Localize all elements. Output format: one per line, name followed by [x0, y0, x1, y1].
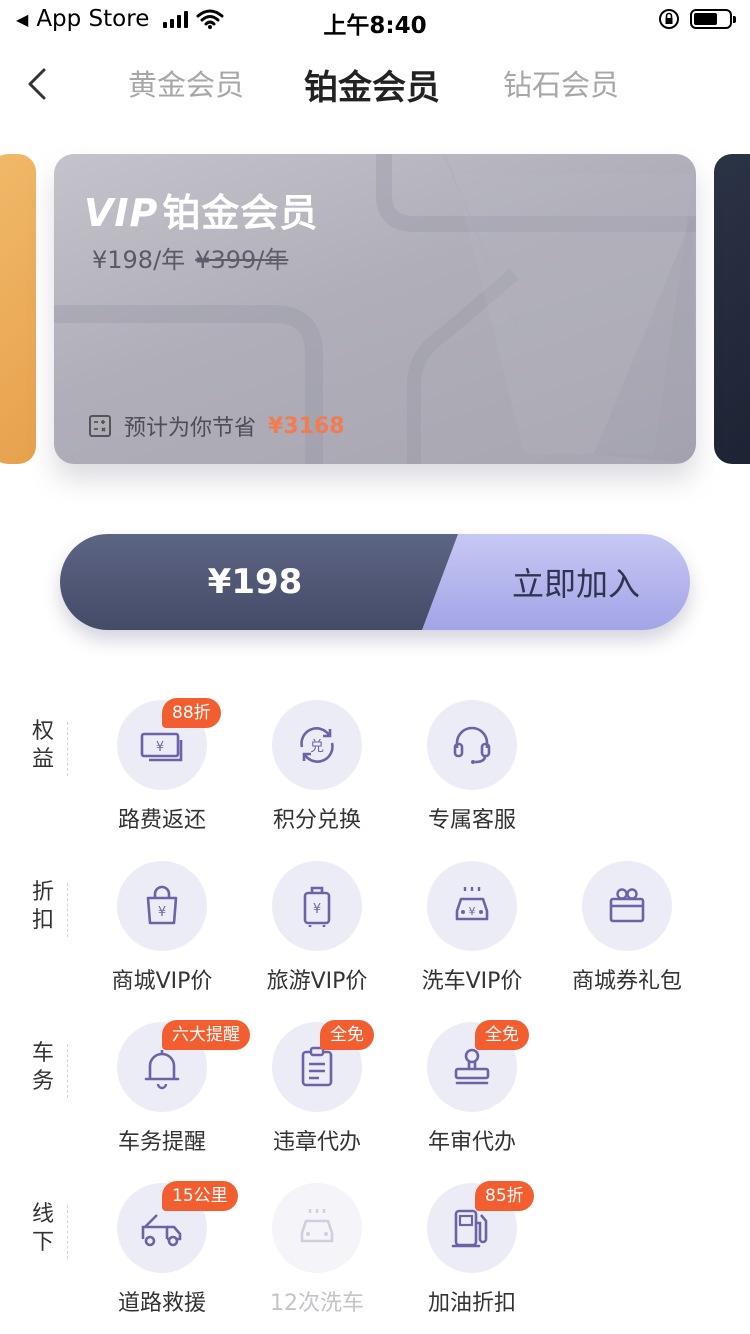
- tab-platinum[interactable]: 铂金会员: [304, 60, 440, 109]
- divider: [67, 883, 68, 937]
- exchange-icon: 兑: [300, 727, 334, 763]
- shopping-bag-icon: ¥: [146, 885, 178, 925]
- benefit-road-rescue[interactable]: 15公里 道路救援: [87, 1181, 238, 1333]
- divider: [67, 1205, 68, 1259]
- diamond-card-peek[interactable]: [714, 154, 750, 464]
- benefit-label: 车务提醒: [117, 1130, 206, 1155]
- section-discounts-label: 折 扣: [30, 879, 56, 935]
- section-offline: 线 下 15公里 道路救援 12次洗车 85折 加油折扣: [0, 1181, 750, 1333]
- svg-text:¥: ¥: [156, 740, 164, 755]
- benefit-fuel-discount[interactable]: 85折 加油折扣: [397, 1181, 547, 1333]
- icon-circle: [427, 700, 517, 790]
- badge: 85折: [475, 1181, 534, 1211]
- section-car-services-label: 车 务: [30, 1040, 56, 1096]
- section-offline-label: 线 下: [30, 1201, 56, 1257]
- section-car-services: 车 务 六大提醒 车务提醒 全免 违章代办 全免 年审代办: [0, 1020, 750, 1172]
- battery-icon: [690, 9, 736, 29]
- badge: 全免: [475, 1020, 529, 1050]
- join-bar: ¥198 立即加入: [60, 534, 690, 630]
- category-char: 下: [31, 1230, 54, 1255]
- category-char: 线: [31, 1202, 54, 1227]
- membership-tabs: 黄金会员 铂金会员 钻石会员: [0, 52, 750, 122]
- icon-circle: ¥: [427, 861, 517, 951]
- platinum-card[interactable]: VIP 铂金会员 ¥198/年 ¥399/年 预计为你节省 ¥3168: [54, 154, 696, 464]
- luggage-icon: ¥: [303, 886, 331, 927]
- card-savings: 预计为你节省 ¥3168: [88, 410, 345, 442]
- benefit-label: 洗车VIP价: [421, 969, 523, 994]
- icon-circle: [582, 861, 672, 951]
- benefit-toll-refund[interactable]: ¥ 88折 路费返还: [87, 698, 237, 850]
- category-char: 权: [31, 719, 54, 744]
- benefit-car-reminder[interactable]: 六大提醒 车务提醒: [87, 1020, 250, 1172]
- badge: 全免: [320, 1020, 374, 1050]
- benefit-label: 道路救援: [117, 1291, 206, 1316]
- gold-card-peek[interactable]: [0, 154, 36, 464]
- orientation-lock-icon: [659, 9, 679, 29]
- tab-diamond[interactable]: 钻石会员: [503, 62, 619, 104]
- join-price: ¥198: [60, 534, 490, 630]
- status-bar: ◀ App Store 上午8:40: [0, 0, 750, 40]
- section-rights-label: 权 益: [30, 718, 56, 774]
- badge: 88折: [162, 698, 221, 728]
- status-time: 上午8:40: [323, 13, 427, 39]
- svg-text:¥: ¥: [469, 905, 476, 918]
- benefit-mall-coupons[interactable]: 商城券礼包: [552, 861, 702, 1011]
- benefit-travel-vip[interactable]: ¥ 旅游VIP价: [242, 861, 392, 1011]
- benefit-label: 积分兑换: [272, 808, 361, 833]
- card-price-current: ¥198/年: [92, 246, 186, 274]
- badge: 15公里: [162, 1181, 238, 1211]
- icon-circle: [272, 1183, 362, 1273]
- category-char: 务: [31, 1069, 54, 1094]
- svg-text:¥: ¥: [158, 905, 166, 920]
- benefit-customer-service[interactable]: 专属客服: [397, 700, 547, 850]
- section-discounts: 折 扣 ¥ 商城VIP价 ¥ 旅游VIP价 ¥ 洗车VIP价 商城券礼包: [0, 861, 750, 1011]
- icon-circle: ¥: [117, 861, 207, 951]
- benefit-label: 路费返还: [117, 808, 206, 833]
- benefit-label: 旅游VIP价: [266, 969, 368, 994]
- category-char: 益: [31, 747, 54, 772]
- headset-icon: [453, 726, 491, 764]
- category-char: 折: [31, 880, 54, 905]
- benefit-points-exchange[interactable]: 兑 积分兑换: [242, 700, 392, 850]
- car-wash-dim-icon: [300, 1209, 334, 1243]
- benefit-car-wash-12[interactable]: 12次洗车: [242, 1183, 392, 1333]
- benefit-label: 加油折扣: [427, 1291, 516, 1316]
- svg-text:兑: 兑: [310, 739, 324, 755]
- car-wash-icon: ¥: [455, 887, 489, 921]
- badge: 六大提醒: [162, 1020, 250, 1050]
- savings-text: 预计为你节省: [124, 416, 257, 441]
- benefit-label: 商城VIP价: [111, 969, 213, 994]
- category-char: 扣: [31, 908, 54, 933]
- benefit-carwash-vip[interactable]: ¥ 洗车VIP价: [397, 861, 547, 1011]
- gift-icon: [609, 888, 645, 923]
- divider: [67, 722, 68, 776]
- vip-mark: VIP: [84, 191, 159, 235]
- icon-circle: ¥: [272, 861, 362, 951]
- benefit-mall-vip[interactable]: ¥ 商城VIP价: [87, 861, 237, 1011]
- divider: [67, 1044, 68, 1098]
- benefit-label: 年审代办: [427, 1130, 516, 1155]
- benefit-violation-handling[interactable]: 全免 违章代办: [242, 1020, 392, 1172]
- card-title-text: 铂金会员: [162, 191, 319, 235]
- card-price-original: ¥399/年: [195, 246, 289, 274]
- join-button[interactable]: 立即加入: [422, 534, 690, 630]
- calculator-icon: [89, 415, 111, 437]
- savings-amount: ¥3168: [268, 413, 345, 439]
- icon-circle: 兑: [272, 700, 362, 790]
- nav-bar: 黄金会员 铂金会员 钻石会员: [0, 52, 750, 122]
- benefit-label: 专属客服: [427, 808, 516, 833]
- status-right: [658, 8, 736, 30]
- category-char: 车: [31, 1041, 54, 1066]
- section-rights: 权 益 ¥ 88折 路费返还 兑 积分兑换 专属客服: [0, 698, 750, 850]
- benefit-annual-inspection[interactable]: 全免 年审代办: [397, 1020, 547, 1172]
- benefit-label: 12次洗车: [270, 1291, 364, 1316]
- card-title: VIP 铂金会员: [84, 182, 318, 237]
- benefit-label: 商城券礼包: [571, 969, 682, 994]
- svg-text:¥: ¥: [313, 902, 321, 917]
- card-price: ¥198/年 ¥399/年: [92, 240, 288, 275]
- benefit-label: 违章代办: [272, 1130, 361, 1155]
- tab-gold[interactable]: 黄金会员: [128, 62, 244, 104]
